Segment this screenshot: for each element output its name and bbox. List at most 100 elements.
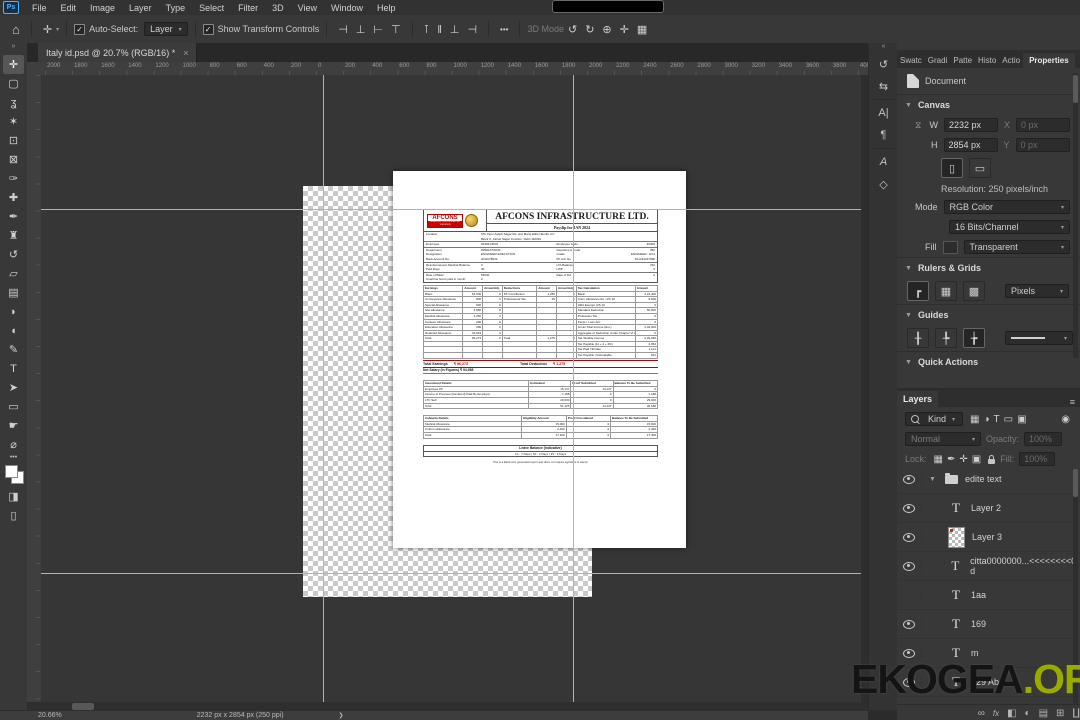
lock-option-icon[interactable]: ✒	[945, 454, 957, 465]
healing-brush-tool[interactable]: ✚	[3, 188, 24, 207]
layer-visibility-toggle[interactable]	[903, 560, 922, 572]
status-chevron-icon[interactable]: ❯	[339, 712, 344, 719]
layer-row[interactable]: T Layer 2	[897, 494, 1080, 523]
menu-item-help[interactable]: Help	[370, 3, 403, 13]
bit-depth-dropdown[interactable]: 16 Bits/Channel ▾	[949, 220, 1070, 234]
canvas-width-field[interactable]: 2232 px	[943, 118, 998, 132]
horizontal-ruler[interactable]: 2000 1800 1600 1400 1200 1000 800 600 400 200 0 200…	[41, 62, 868, 76]
menu-item-image[interactable]: Image	[83, 3, 122, 13]
tab-patte[interactable]: Patte	[950, 53, 975, 68]
layer-visibility-toggle[interactable]	[903, 589, 922, 601]
layer-visibility-toggle[interactable]	[903, 531, 922, 543]
vertical-guide[interactable]	[323, 75, 324, 702]
distribute-icon[interactable]: ⊺	[420, 24, 434, 36]
3d-mode-icon[interactable]: ↺	[564, 24, 581, 36]
properties-scrollbar[interactable]	[1073, 73, 1078, 358]
lock-option-icon[interactable]: ▦	[932, 454, 945, 465]
layer-name[interactable]: citta0000000...<<<<<<<<0 d	[970, 556, 1080, 576]
guide-style-dropdown[interactable]: ▾	[1005, 331, 1073, 345]
adjustment-layer-icon[interactable]: ◐	[1025, 708, 1031, 719]
dodge-tool[interactable]: ◖	[3, 321, 24, 340]
menu-item-view[interactable]: View	[291, 3, 324, 13]
hand-tool[interactable]: ☛	[3, 416, 24, 435]
layer-name[interactable]: Layer 3	[972, 532, 1002, 542]
horizontal-scrollbar[interactable]	[27, 702, 868, 711]
rulers-grids-button[interactable]: ▦	[935, 281, 957, 301]
guides-button[interactable]: ╄	[935, 328, 957, 348]
layer-row[interactable]: T 169	[897, 610, 1080, 639]
tab-histo[interactable]: Histo	[975, 53, 999, 68]
close-icon[interactable]: ×	[183, 48, 188, 58]
color-swatches[interactable]	[4, 465, 24, 484]
distribute-icon[interactable]: ⊣	[463, 24, 481, 36]
type-tool[interactable]: T	[3, 359, 24, 378]
distribute-icon[interactable]: ‖	[433, 24, 446, 36]
layer-name[interactable]: edite text	[965, 474, 1002, 484]
tab-actio[interactable]: Actio	[999, 53, 1023, 68]
menu-item-3d[interactable]: 3D	[265, 3, 291, 13]
tab-gradi[interactable]: Gradi	[925, 53, 951, 68]
auto-select-target-dropdown[interactable]: Layer ▾	[144, 22, 188, 36]
layer-effects-icon[interactable]: fx	[993, 709, 999, 718]
layer-row[interactable]: Layer 3	[897, 523, 1080, 552]
link-dimensions-icon[interactable]: ⧖	[915, 120, 923, 131]
toolbar-collapse-icon[interactable]: »	[12, 43, 16, 55]
layer-row[interactable]: T 1aa	[897, 581, 1080, 610]
3d-mode-icon[interactable]: ↻	[581, 24, 598, 36]
move-tool[interactable]: ✛	[3, 55, 24, 74]
layer-filter-icon[interactable]: ▣	[1015, 414, 1028, 425]
rulers-grids-button[interactable]: ┏	[907, 281, 929, 301]
blend-mode-dropdown[interactable]: Normal ▾	[905, 432, 981, 446]
layer-filter-icon[interactable]: ▭	[1002, 414, 1015, 425]
chevron-down-icon[interactable]: ▾	[56, 26, 59, 33]
align-icon[interactable]: ⊣	[334, 24, 352, 36]
filter-toggle-icon[interactable]: ◉	[1059, 414, 1072, 425]
chevron-down-icon[interactable]: ▼	[929, 476, 936, 483]
canvas-section-header[interactable]: ▼ Canvas	[897, 94, 1080, 115]
zoom-level[interactable]: 20.66%	[38, 712, 62, 719]
screen-mode-icon[interactable]: ▯	[3, 506, 24, 525]
layer-visibility-toggle[interactable]	[903, 502, 922, 514]
tab-properties[interactable]: Properties	[1023, 53, 1075, 68]
lock-option-icon[interactable]: ▣	[970, 454, 983, 465]
distribute-icon[interactable]: ⊥	[446, 24, 464, 36]
link-layers-icon[interactable]: ∞	[978, 708, 985, 719]
vertical-scrollbar[interactable]	[861, 75, 868, 702]
rulers-grids-section-header[interactable]: ▼ Rulers & Grids	[897, 257, 1080, 278]
lock-icon[interactable]	[988, 454, 996, 464]
menu-item-file[interactable]: File	[25, 3, 54, 13]
rulers-grids-button[interactable]: ▩	[963, 281, 985, 301]
history-brush-tool[interactable]: ↺	[3, 245, 24, 264]
ruler-units-dropdown[interactable]: Pixels ▾	[1005, 284, 1069, 298]
guides-section-header[interactable]: ▼ Guides	[897, 304, 1080, 325]
align-icon[interactable]: ⊢	[369, 24, 387, 36]
document-tab[interactable]: Italy id.psd @ 20.7% (RGB/16) * ×	[38, 43, 198, 62]
layer-name[interactable]: 169	[971, 619, 986, 629]
zoom-tool[interactable]: ⌀	[3, 435, 24, 454]
vertical-ruler[interactable]	[27, 75, 42, 702]
glyphs-panel-icon[interactable]: A	[873, 151, 895, 173]
history-panel-icon[interactable]: ↺	[873, 53, 895, 75]
menu-item-select[interactable]: Select	[192, 3, 231, 13]
object-selection-tool[interactable]: ✶	[3, 112, 24, 131]
crop-tool[interactable]: ⊡	[3, 131, 24, 150]
menu-item-layer[interactable]: Layer	[122, 3, 159, 13]
layer-filter-icon[interactable]: ◑	[981, 414, 991, 425]
clone-stamp-tool[interactable]: ♜	[3, 226, 24, 245]
3d-mode-icon[interactable]: ✛	[616, 24, 633, 36]
layer-filter-kind-dropdown[interactable]: Kind ▾	[905, 412, 963, 426]
opacity-field[interactable]: 100%	[1024, 432, 1063, 446]
fill-dropdown[interactable]: Transparent ▾	[963, 240, 1070, 254]
layer-filter-icon[interactable]: T	[992, 414, 1002, 425]
layer-filter-icon[interactable]: ▦	[968, 414, 981, 425]
layer-row[interactable]: ▼ edite text	[897, 465, 1080, 494]
lasso-tool[interactable]: ʓ	[3, 93, 24, 112]
foreground-color-swatch[interactable]	[4, 465, 18, 478]
marquee-tool[interactable]: ▢	[3, 74, 24, 93]
rectangle-tool[interactable]: ▭	[3, 397, 24, 416]
eyedropper-tool[interactable]: ✑	[3, 169, 24, 188]
fill-opacity-field[interactable]: 100%	[1019, 452, 1056, 466]
landscape-orientation-button[interactable]: ▭	[969, 158, 991, 178]
lock-option-icon[interactable]: ✛	[957, 454, 969, 465]
layer-name[interactable]: 1aa	[971, 590, 986, 600]
